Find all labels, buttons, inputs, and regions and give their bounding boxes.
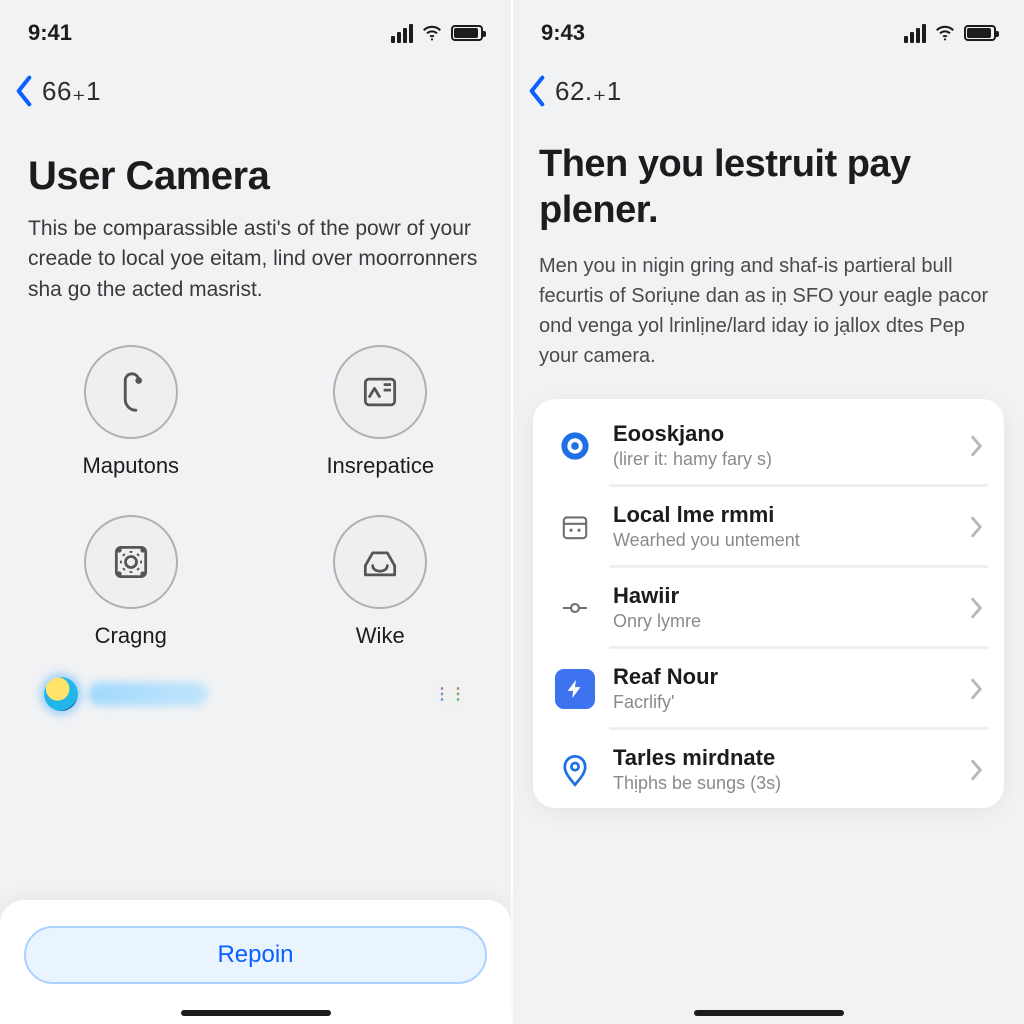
grid-item-insrepatice[interactable]: Insrepatice [286, 345, 476, 479]
grid-item-cragng[interactable]: Cragng [36, 515, 226, 649]
cellular-icon [904, 24, 926, 43]
nav-bar: 66₊1 [0, 52, 511, 112]
page-header: User Camera This be comparassible asti's… [0, 112, 511, 305]
status-indicators [391, 22, 483, 44]
calendar-gray-icon [555, 507, 595, 547]
battery-icon [451, 25, 483, 41]
back-icon[interactable] [14, 75, 34, 107]
card-icon [333, 345, 427, 439]
page-subtitle: This be comparassible asti's of the powr… [28, 214, 483, 305]
target-blue-icon [555, 426, 595, 466]
phone-left: 9:41 66₊1 User Camera This be comparassi… [0, 0, 511, 1024]
status-time: 9:41 [28, 20, 72, 46]
grid-item-label: Cragng [95, 623, 167, 649]
grid-item-label: Maputons [82, 453, 179, 479]
list-item-subtitle: Thịphs be sungs (3s) [613, 773, 952, 794]
options-list: Eooskjano (lirer it: hamy fary s) Local … [533, 399, 1004, 808]
pin-blue-icon [555, 750, 595, 790]
user-chip[interactable] [44, 677, 208, 711]
list-item-subtitle: Facrlify' [613, 692, 952, 713]
gear-frame-icon [84, 515, 178, 609]
list-item-title: Local lme rmmi [613, 502, 952, 528]
avatar-icon [44, 677, 78, 711]
dots-color-icon: ⋮⋮ [434, 684, 466, 704]
status-bar: 9:43 [513, 0, 1024, 52]
list-item-tarles[interactable]: Tarles mirdnate Thịphs be sungs (3s) [533, 727, 1004, 808]
status-indicators [904, 22, 996, 44]
wifi-icon [934, 22, 956, 44]
battery-icon [964, 25, 996, 41]
list-item-eooskjano[interactable]: Eooskjano (lirer it: hamy fary s) [533, 403, 1004, 484]
bottom-sheet: Repoin [0, 900, 511, 1024]
chip-label-redacted [88, 682, 208, 706]
chevron-right-icon [970, 435, 984, 457]
status-bar: 9:41 [0, 0, 511, 52]
nav-back-label[interactable]: 62.₊1 [555, 76, 622, 107]
chevron-right-icon [970, 678, 984, 700]
page-header: Then you lestruit pay plener. Men you in… [513, 112, 1024, 371]
page-subtitle: Men you in nigin gring and shaf-is parti… [539, 251, 998, 371]
list-item-reaf-nour[interactable]: Reaf Nour Facrlify' [533, 646, 1004, 727]
phone-right: 9:43 62.₊1 Then you lestruit pay plener.… [513, 0, 1024, 1024]
grid-item-label: Insrepatice [326, 453, 434, 479]
list-item-title: Hawiir [613, 583, 952, 609]
feature-grid: Maputons Insrepatice Cragng Wike [0, 305, 511, 649]
grid-item-wike[interactable]: Wike [286, 515, 476, 649]
list-item-hawiir[interactable]: Hawiir Onry lymre [533, 565, 1004, 646]
chip-row: ⋮⋮ [0, 649, 511, 711]
status-time: 9:43 [541, 20, 585, 46]
nav-bar: 62.₊1 [513, 52, 1024, 112]
list-item-subtitle: Onry lymre [613, 611, 952, 632]
home-indicator [181, 1010, 331, 1016]
grid-item-label: Wike [356, 623, 405, 649]
home-indicator [694, 1010, 844, 1016]
bolt-blue-icon [555, 669, 595, 709]
primary-button[interactable]: Repoin [24, 926, 487, 984]
list-item-title: Tarles mirdnate [613, 745, 952, 771]
chevron-right-icon [970, 759, 984, 781]
page-title: Then you lestruit pay plener. [539, 142, 998, 233]
grid-item-maputons[interactable]: Maputons [36, 345, 226, 479]
list-item-title: Eooskjano [613, 421, 952, 447]
cellular-icon [391, 24, 413, 43]
wifi-icon [421, 22, 443, 44]
chevron-right-icon [970, 597, 984, 619]
more-chip[interactable]: ⋮⋮ [433, 677, 467, 711]
page-title: User Camera [28, 152, 483, 200]
nav-back-label[interactable]: 66₊1 [42, 76, 101, 107]
inbox-icon [333, 515, 427, 609]
list-item-title: Reaf Nour [613, 664, 952, 690]
node-gray-icon [555, 588, 595, 628]
list-item-subtitle: (lirer it: hamy fary s) [613, 449, 952, 470]
list-item-subtitle: Wearhed you untement [613, 530, 952, 551]
chevron-right-icon [970, 516, 984, 538]
back-icon[interactable] [527, 75, 547, 107]
list-item-local-lme[interactable]: Local lme rmmi Wearhed you untement [533, 484, 1004, 565]
hook-icon [84, 345, 178, 439]
